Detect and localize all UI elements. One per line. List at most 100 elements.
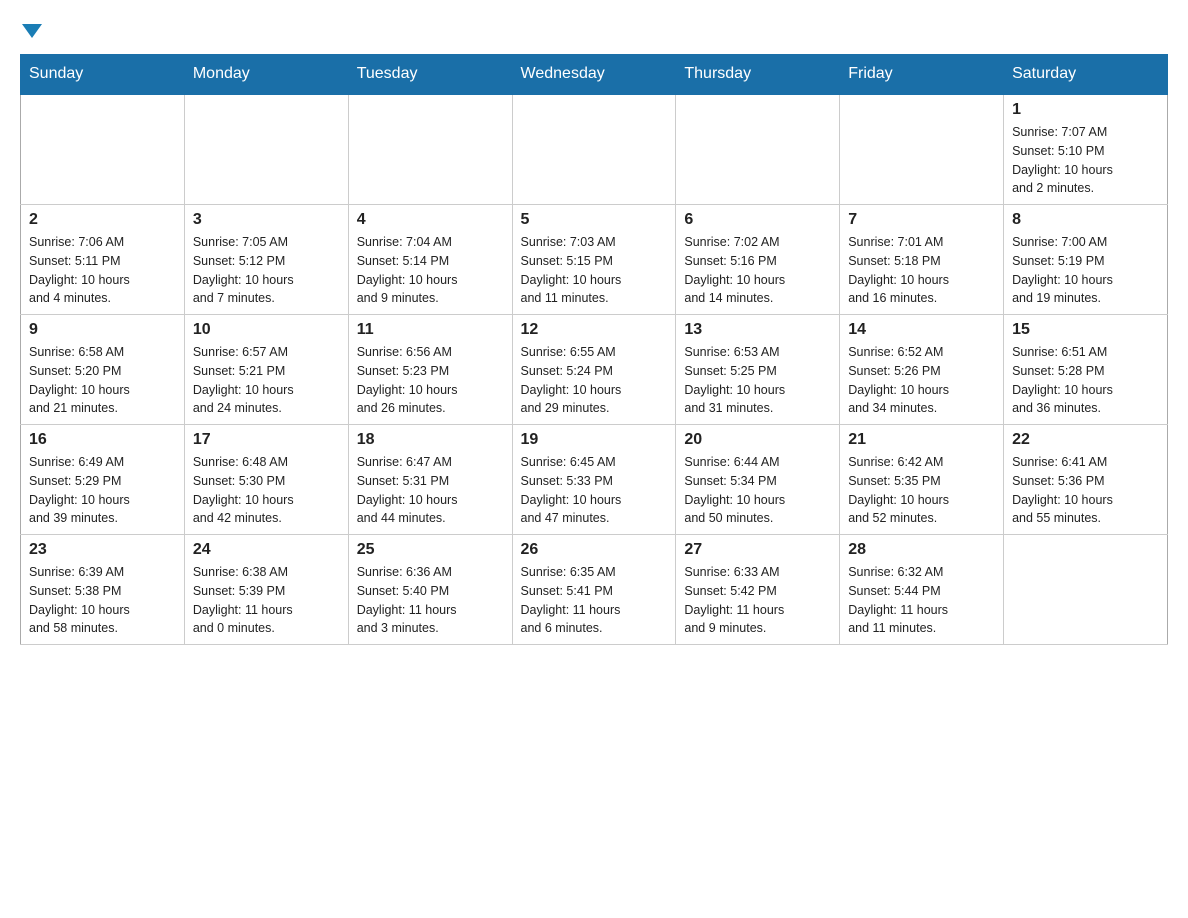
day-number: 19 — [521, 431, 668, 449]
day-info: Sunrise: 7:04 AM Sunset: 5:14 PM Dayligh… — [357, 233, 504, 308]
calendar-cell: 22 Sunrise: 6:41 AM Sunset: 5:36 PM Dayli… — [1004, 425, 1168, 535]
calendar-cell: 23 Sunrise: 6:39 AM Sunset: 5:38 PM Dayli… — [21, 535, 185, 645]
calendar-cell: 6 Sunrise: 7:02 AM Sunset: 5:16 PM Daylig… — [676, 205, 840, 315]
day-number: 7 — [848, 211, 995, 229]
day-info: Sunrise: 6:55 AM Sunset: 5:24 PM Dayligh… — [521, 343, 668, 418]
day-info: Sunrise: 6:47 AM Sunset: 5:31 PM Dayligh… — [357, 453, 504, 528]
weekday-header-monday: Monday — [184, 55, 348, 95]
day-number: 6 — [684, 211, 831, 229]
calendar-week-row: 2 Sunrise: 7:06 AM Sunset: 5:11 PM Daylig… — [21, 205, 1168, 315]
day-number: 5 — [521, 211, 668, 229]
day-number: 3 — [193, 211, 340, 229]
day-number: 12 — [521, 321, 668, 339]
day-number: 18 — [357, 431, 504, 449]
day-info: Sunrise: 7:00 AM Sunset: 5:19 PM Dayligh… — [1012, 233, 1159, 308]
day-number: 27 — [684, 541, 831, 559]
calendar-cell: 19 Sunrise: 6:45 AM Sunset: 5:33 PM Dayli… — [512, 425, 676, 535]
calendar-cell: 10 Sunrise: 6:57 AM Sunset: 5:21 PM Dayli… — [184, 315, 348, 425]
day-number: 25 — [357, 541, 504, 559]
calendar-cell: 27 Sunrise: 6:33 AM Sunset: 5:42 PM Dayli… — [676, 535, 840, 645]
weekday-header-wednesday: Wednesday — [512, 55, 676, 95]
day-info: Sunrise: 6:36 AM Sunset: 5:40 PM Dayligh… — [357, 563, 504, 638]
day-info: Sunrise: 6:38 AM Sunset: 5:39 PM Dayligh… — [193, 563, 340, 638]
weekday-header-tuesday: Tuesday — [348, 55, 512, 95]
calendar-cell: 11 Sunrise: 6:56 AM Sunset: 5:23 PM Dayli… — [348, 315, 512, 425]
day-number: 2 — [29, 211, 176, 229]
calendar-cell: 25 Sunrise: 6:36 AM Sunset: 5:40 PM Dayli… — [348, 535, 512, 645]
day-number: 10 — [193, 321, 340, 339]
day-info: Sunrise: 6:33 AM Sunset: 5:42 PM Dayligh… — [684, 563, 831, 638]
day-info: Sunrise: 6:57 AM Sunset: 5:21 PM Dayligh… — [193, 343, 340, 418]
day-info: Sunrise: 6:41 AM Sunset: 5:36 PM Dayligh… — [1012, 453, 1159, 528]
day-number: 4 — [357, 211, 504, 229]
weekday-header-thursday: Thursday — [676, 55, 840, 95]
day-info: Sunrise: 7:07 AM Sunset: 5:10 PM Dayligh… — [1012, 123, 1159, 198]
day-number: 22 — [1012, 431, 1159, 449]
day-info: Sunrise: 7:06 AM Sunset: 5:11 PM Dayligh… — [29, 233, 176, 308]
calendar-week-row: 23 Sunrise: 6:39 AM Sunset: 5:38 PM Dayli… — [21, 535, 1168, 645]
calendar-cell: 20 Sunrise: 6:44 AM Sunset: 5:34 PM Dayli… — [676, 425, 840, 535]
page-header — [20, 20, 1168, 38]
calendar-cell: 2 Sunrise: 7:06 AM Sunset: 5:11 PM Daylig… — [21, 205, 185, 315]
calendar-cell: 7 Sunrise: 7:01 AM Sunset: 5:18 PM Daylig… — [840, 205, 1004, 315]
calendar-cell — [676, 94, 840, 205]
calendar-cell: 28 Sunrise: 6:32 AM Sunset: 5:44 PM Dayli… — [840, 535, 1004, 645]
calendar-week-row: 16 Sunrise: 6:49 AM Sunset: 5:29 PM Dayli… — [21, 425, 1168, 535]
calendar-cell: 13Sunrise: 6:53 AM Sunset: 5:25 PM Dayli… — [676, 315, 840, 425]
calendar-cell: 15 Sunrise: 6:51 AM Sunset: 5:28 PM Dayli… — [1004, 315, 1168, 425]
calendar-week-row: 1 Sunrise: 7:07 AM Sunset: 5:10 PM Daylig… — [21, 94, 1168, 205]
calendar-cell: 16 Sunrise: 6:49 AM Sunset: 5:29 PM Dayli… — [21, 425, 185, 535]
calendar-cell: 4 Sunrise: 7:04 AM Sunset: 5:14 PM Daylig… — [348, 205, 512, 315]
day-info: Sunrise: 6:32 AM Sunset: 5:44 PM Dayligh… — [848, 563, 995, 638]
day-number: 15 — [1012, 321, 1159, 339]
calendar-cell — [512, 94, 676, 205]
calendar-table: SundayMondayTuesdayWednesdayThursdayFrid… — [20, 54, 1168, 645]
day-info: Sunrise: 6:35 AM Sunset: 5:41 PM Dayligh… — [521, 563, 668, 638]
day-info: Sunrise: 6:56 AM Sunset: 5:23 PM Dayligh… — [357, 343, 504, 418]
calendar-week-row: 9 Sunrise: 6:58 AM Sunset: 5:20 PM Daylig… — [21, 315, 1168, 425]
calendar-cell: 5 Sunrise: 7:03 AM Sunset: 5:15 PM Daylig… — [512, 205, 676, 315]
calendar-cell: 1 Sunrise: 7:07 AM Sunset: 5:10 PM Daylig… — [1004, 94, 1168, 205]
day-number: 26 — [521, 541, 668, 559]
day-number: 1 — [1012, 101, 1159, 119]
calendar-cell: 12 Sunrise: 6:55 AM Sunset: 5:24 PM Dayli… — [512, 315, 676, 425]
calendar-cell: 8 Sunrise: 7:00 AM Sunset: 5:19 PM Daylig… — [1004, 205, 1168, 315]
calendar-cell: 18 Sunrise: 6:47 AM Sunset: 5:31 PM Dayli… — [348, 425, 512, 535]
day-number: 20 — [684, 431, 831, 449]
day-info: Sunrise: 6:53 AM Sunset: 5:25 PM Dayligh… — [684, 343, 831, 418]
day-number: 23 — [29, 541, 176, 559]
day-info: Sunrise: 6:45 AM Sunset: 5:33 PM Dayligh… — [521, 453, 668, 528]
calendar-cell: 21 Sunrise: 6:42 AM Sunset: 5:35 PM Dayli… — [840, 425, 1004, 535]
day-number: 14 — [848, 321, 995, 339]
day-info: Sunrise: 6:42 AM Sunset: 5:35 PM Dayligh… — [848, 453, 995, 528]
weekday-header-sunday: Sunday — [21, 55, 185, 95]
day-number: 21 — [848, 431, 995, 449]
weekday-header-saturday: Saturday — [1004, 55, 1168, 95]
calendar-cell — [21, 94, 185, 205]
day-info: Sunrise: 6:58 AM Sunset: 5:20 PM Dayligh… — [29, 343, 176, 418]
day-number: 16 — [29, 431, 176, 449]
day-number: 24 — [193, 541, 340, 559]
day-info: Sunrise: 6:49 AM Sunset: 5:29 PM Dayligh… — [29, 453, 176, 528]
day-info: Sunrise: 6:48 AM Sunset: 5:30 PM Dayligh… — [193, 453, 340, 528]
calendar-cell: 26 Sunrise: 6:35 AM Sunset: 5:41 PM Dayli… — [512, 535, 676, 645]
day-info: Sunrise: 6:44 AM Sunset: 5:34 PM Dayligh… — [684, 453, 831, 528]
day-number: 9 — [29, 321, 176, 339]
weekday-header-row: SundayMondayTuesdayWednesdayThursdayFrid… — [21, 55, 1168, 95]
day-number: 11 — [357, 321, 504, 339]
calendar-cell: 3 Sunrise: 7:05 AM Sunset: 5:12 PM Daylig… — [184, 205, 348, 315]
day-info: Sunrise: 7:03 AM Sunset: 5:15 PM Dayligh… — [521, 233, 668, 308]
day-info: Sunrise: 7:01 AM Sunset: 5:18 PM Dayligh… — [848, 233, 995, 308]
day-info: Sunrise: 6:51 AM Sunset: 5:28 PM Dayligh… — [1012, 343, 1159, 418]
calendar-cell: 9 Sunrise: 6:58 AM Sunset: 5:20 PM Daylig… — [21, 315, 185, 425]
day-number: 17 — [193, 431, 340, 449]
day-number: 8 — [1012, 211, 1159, 229]
calendar-cell — [184, 94, 348, 205]
day-info: Sunrise: 6:52 AM Sunset: 5:26 PM Dayligh… — [848, 343, 995, 418]
calendar-cell — [840, 94, 1004, 205]
logo-arrow-icon — [22, 24, 42, 38]
day-info: Sunrise: 7:05 AM Sunset: 5:12 PM Dayligh… — [193, 233, 340, 308]
day-number: 28 — [848, 541, 995, 559]
day-info: Sunrise: 6:39 AM Sunset: 5:38 PM Dayligh… — [29, 563, 176, 638]
day-info: Sunrise: 7:02 AM Sunset: 5:16 PM Dayligh… — [684, 233, 831, 308]
